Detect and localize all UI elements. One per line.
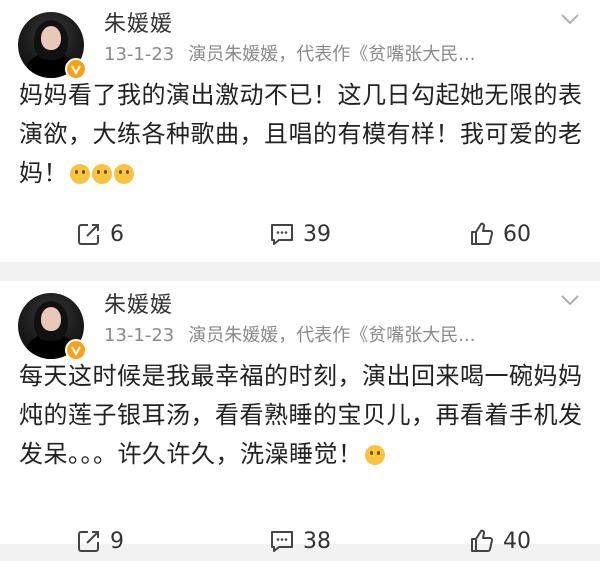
comment-button[interactable]: 38 xyxy=(200,521,400,561)
tongue-face-emoji xyxy=(70,164,90,184)
weibo-post: 朱媛媛 13-1-23 演员朱媛媛，代表作《贫嘴张大民... 妈妈看了我的演出激动… xyxy=(0,0,600,262)
smile-face-emoji xyxy=(92,164,112,184)
cover-mouth-emoji xyxy=(114,164,134,184)
comment-button[interactable]: 39 xyxy=(200,214,400,254)
comment-count: 38 xyxy=(303,528,331,554)
action-bar: 9 38 40 xyxy=(0,521,600,561)
repost-icon xyxy=(78,224,99,245)
username[interactable]: 朱媛媛 xyxy=(104,6,173,38)
thumbs-up-icon xyxy=(471,222,494,245)
post-meta: 13-1-23 演员朱媛媛，代表作《贫嘴张大民... xyxy=(104,321,475,347)
repost-button[interactable]: 9 xyxy=(0,521,200,561)
action-bar: 6 39 60 xyxy=(0,214,600,254)
post-text: 每天这时候是我最幸福的时刻，演出回来喝一碗妈妈炖的莲子银耳汤，看看熟睡的宝贝儿，… xyxy=(19,362,583,468)
like-count: 40 xyxy=(503,528,531,554)
chevron-down-icon[interactable] xyxy=(560,293,580,307)
weibo-post: 朱媛媛 13-1-23 演员朱媛媛，代表作《贫嘴张大民... 每天这时候是我最幸福… xyxy=(0,281,600,554)
post-source: 演员朱媛媛，代表作《贫嘴张大民... xyxy=(188,325,476,346)
weibo-feed: 朱媛媛 13-1-23 演员朱媛媛，代表作《贫嘴张大民... 妈妈看了我的演出激动… xyxy=(0,0,600,554)
yawn-face-emoji xyxy=(364,445,385,465)
like-button[interactable]: 60 xyxy=(400,214,600,254)
repost-icon xyxy=(78,531,99,552)
repost-button[interactable]: 6 xyxy=(0,214,200,254)
thumbs-up-icon xyxy=(471,529,494,552)
post-source: 演员朱媛媛，代表作《贫嘴张大民... xyxy=(188,44,476,65)
post-content: 妈妈看了我的演出激动不已！这几日勾起她无限的表演欲，大练各种歌曲，且唱的有模有样… xyxy=(19,76,585,193)
like-count: 60 xyxy=(503,221,531,247)
chevron-down-icon[interactable] xyxy=(560,12,580,26)
repost-count: 6 xyxy=(110,221,124,247)
post-content: 每天这时候是我最幸福的时刻，演出回来喝一碗妈妈炖的莲子银耳汤，看看熟睡的宝贝儿，… xyxy=(19,357,585,474)
post-meta: 13-1-23 演员朱媛媛，代表作《贫嘴张大民... xyxy=(104,40,475,66)
post-date: 13-1-23 xyxy=(104,44,175,65)
repost-count: 9 xyxy=(110,528,124,554)
comment-icon xyxy=(271,224,293,245)
comment-icon xyxy=(271,531,293,552)
comment-count: 39 xyxy=(303,221,331,247)
like-button[interactable]: 40 xyxy=(400,521,600,561)
username[interactable]: 朱媛媛 xyxy=(104,287,173,319)
post-date: 13-1-23 xyxy=(104,325,175,346)
